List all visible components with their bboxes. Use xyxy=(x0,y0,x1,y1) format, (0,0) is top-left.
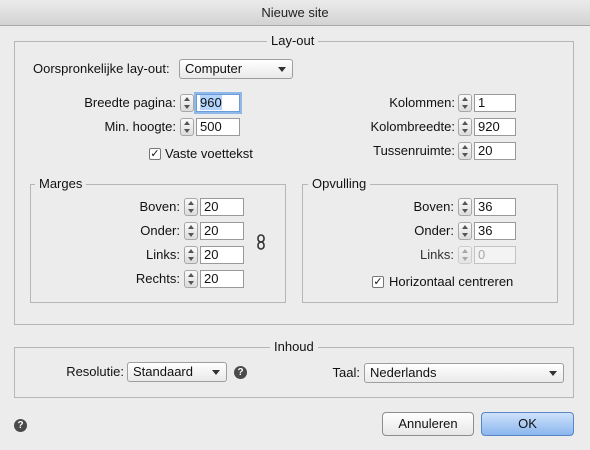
arrow-up-icon xyxy=(462,145,468,149)
arrow-down-icon xyxy=(462,209,468,213)
arrow-down-icon xyxy=(462,257,468,261)
margin-bottom-field[interactable]: 20 xyxy=(200,222,244,240)
margin-top-field[interactable]: 20 xyxy=(200,198,244,216)
window-title: Nieuwe site xyxy=(0,0,590,26)
arrow-down-icon xyxy=(184,129,190,133)
original-layout-value: Computer xyxy=(185,61,243,76)
original-layout-label: Oorspronkelijke lay-out: xyxy=(33,61,170,76)
margin-right-field[interactable]: 20 xyxy=(200,270,244,288)
link-icon[interactable] xyxy=(255,234,267,250)
arrow-down-icon xyxy=(188,209,194,213)
language-select[interactable]: Nederlands xyxy=(364,363,564,383)
gutter-field[interactable]: 20 xyxy=(474,142,516,160)
padding-bottom-stepper[interactable] xyxy=(458,222,472,240)
gutter-stepper[interactable] xyxy=(458,142,472,160)
margin-top-stepper[interactable] xyxy=(184,198,198,216)
margin-right-label: Rechts: xyxy=(135,271,180,286)
arrow-up-icon xyxy=(462,201,468,205)
column-width-label: Kolombreedte: xyxy=(370,119,455,134)
padding-bottom-label: Onder: xyxy=(414,223,454,238)
help-icon[interactable]: ? xyxy=(234,366,247,379)
layout-legend: Lay-out xyxy=(267,34,319,48)
arrow-down-icon xyxy=(188,257,194,261)
arrow-up-icon xyxy=(184,121,190,125)
min-height-field[interactable]: 500 xyxy=(196,118,240,136)
margin-left-field[interactable]: 20 xyxy=(200,246,244,264)
fixed-footer-label: Vaste voettekst xyxy=(165,146,253,161)
padding-left-field: 0 xyxy=(474,246,516,264)
chevron-down-icon xyxy=(549,371,557,376)
columns-field[interactable]: 1 xyxy=(474,94,516,112)
content-legend: Inhoud xyxy=(270,340,318,354)
arrow-up-icon xyxy=(188,201,194,205)
page-width-value: 960 xyxy=(200,95,222,110)
language-label: Taal: xyxy=(332,365,360,380)
arrow-up-icon xyxy=(188,225,194,229)
columns-stepper[interactable] xyxy=(458,94,472,112)
resolution-value: Standaard xyxy=(133,364,193,379)
center-horizontally-label: Horizontaal centreren xyxy=(389,274,514,289)
margin-bottom-label: Onder: xyxy=(140,223,180,238)
padding-top-field[interactable]: 36 xyxy=(474,198,516,216)
padding-left-label: Links: xyxy=(420,247,454,262)
padding-top-stepper[interactable] xyxy=(458,198,472,216)
page-width-field[interactable]: 960 xyxy=(196,94,240,112)
arrow-down-icon xyxy=(188,233,194,237)
min-height-label: Min. hoogte: xyxy=(104,119,176,134)
margin-left-label: Links: xyxy=(146,247,180,262)
center-horizontally-checkbox[interactable]: ✓ xyxy=(372,276,384,288)
margins-legend: Marges xyxy=(35,177,87,191)
arrow-up-icon xyxy=(462,97,468,101)
arrow-down-icon xyxy=(184,105,190,109)
padding-top-label: Boven: xyxy=(413,199,454,214)
padding-bottom-field[interactable]: 36 xyxy=(474,222,516,240)
arrow-up-icon xyxy=(188,273,194,277)
page-width-stepper[interactable] xyxy=(180,94,194,112)
arrow-up-icon xyxy=(462,225,468,229)
language-value: Nederlands xyxy=(370,365,437,380)
margin-right-stepper[interactable] xyxy=(184,270,198,288)
page-width-label: Breedte pagina: xyxy=(84,95,176,110)
chevron-down-icon xyxy=(278,67,286,72)
arrow-up-icon xyxy=(184,97,190,101)
fixed-footer-checkbox[interactable]: ✓ xyxy=(149,148,161,160)
column-width-stepper[interactable] xyxy=(458,118,472,136)
resolution-label: Resolutie: xyxy=(66,364,124,379)
arrow-down-icon xyxy=(462,129,468,133)
resolution-select[interactable]: Standaard xyxy=(127,362,227,382)
gutter-label: Tussenruimte: xyxy=(373,143,455,158)
arrow-down-icon xyxy=(462,105,468,109)
cancel-button[interactable]: Annuleren xyxy=(382,412,474,436)
column-width-field[interactable]: 920 xyxy=(474,118,516,136)
arrow-up-icon xyxy=(462,249,468,253)
original-layout-select[interactable]: Computer xyxy=(179,59,293,79)
min-height-stepper[interactable] xyxy=(180,118,194,136)
columns-label: Kolommen: xyxy=(389,95,455,110)
margin-top-label: Boven: xyxy=(139,199,180,214)
arrow-up-icon xyxy=(188,249,194,253)
arrow-up-icon xyxy=(462,121,468,125)
padding-left-stepper xyxy=(458,246,472,264)
chevron-down-icon xyxy=(212,370,220,375)
arrow-down-icon xyxy=(462,153,468,157)
arrow-down-icon xyxy=(462,233,468,237)
padding-legend: Opvulling xyxy=(308,177,371,191)
ok-button[interactable]: OK xyxy=(481,412,574,436)
margin-left-stepper[interactable] xyxy=(184,246,198,264)
arrow-down-icon xyxy=(188,281,194,285)
margin-bottom-stepper[interactable] xyxy=(184,222,198,240)
help-icon[interactable]: ? xyxy=(14,419,27,432)
